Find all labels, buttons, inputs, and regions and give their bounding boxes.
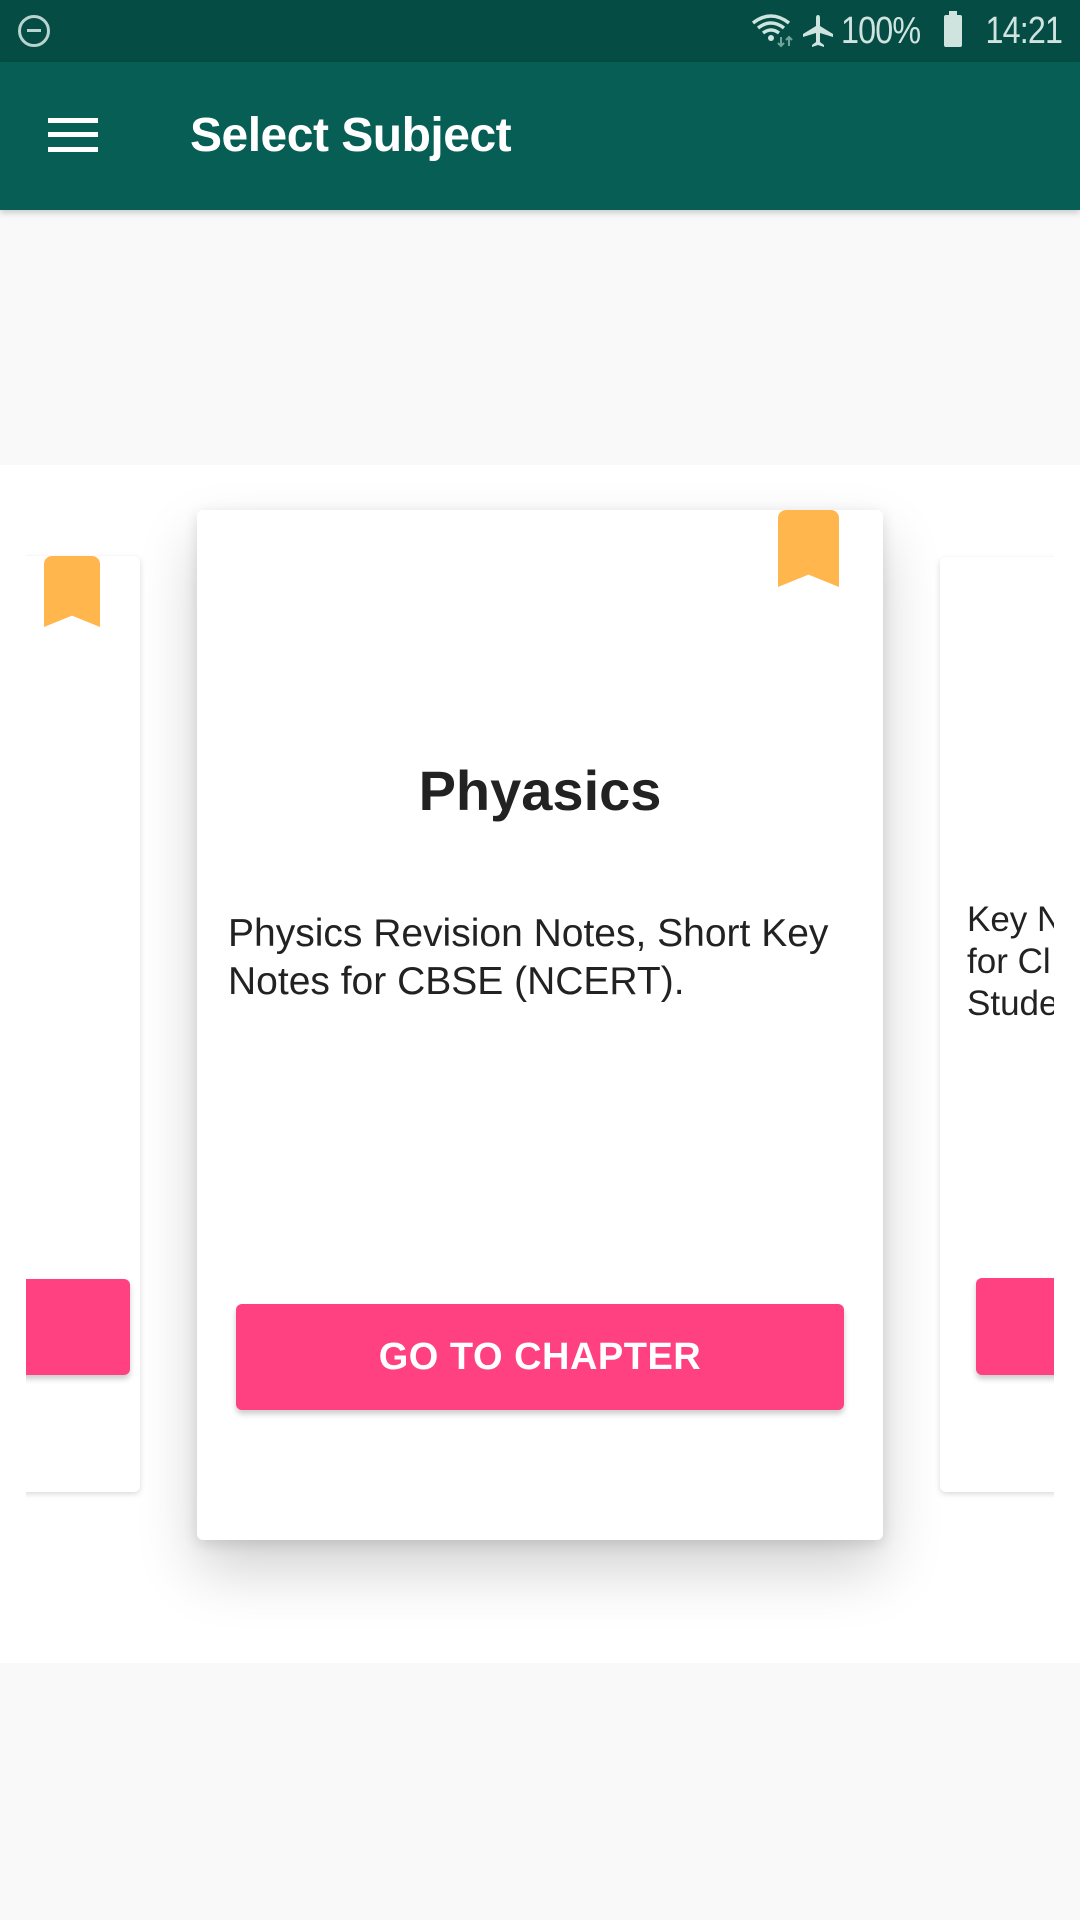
bookmark-icon[interactable] [44, 556, 100, 627]
bookmark-icon[interactable] [778, 510, 839, 587]
go-to-chapter-button[interactable]: GO TO CHAPTER [236, 1304, 844, 1410]
subject-description: Physics Revision Notes, Short Key Notes … [228, 912, 829, 1003]
wifi-icon [751, 14, 793, 48]
subject-title: Phyasics [418, 759, 662, 822]
status-indicators: 100% 14:21 [751, 0, 1063, 62]
subject-description-next: Key N for Cl Stude [967, 900, 1054, 1023]
carousel-peek-right: Key N for Cl Stude [930, 465, 1054, 1663]
do-not-disturb-icon [18, 15, 50, 47]
page-title: Select Subject [190, 109, 512, 162]
status-bar: 100% 14:21 [0, 0, 1080, 62]
subject-carousel[interactable]: Phyasics Physics Revision Notes, Short K… [0, 465, 1080, 1663]
hamburger-menu-icon[interactable] [48, 118, 98, 154]
app-bar: Select Subject [0, 62, 1080, 210]
battery-percent: 100% [840, 9, 921, 52]
carousel-peek-left [26, 465, 156, 1663]
subject-card-next[interactable]: Key N for Cl Stude [940, 557, 1054, 1492]
battery-full-icon [943, 11, 962, 47]
go-to-chapter-button-previous[interactable] [26, 1279, 130, 1375]
airplane-icon [802, 15, 833, 47]
subject-card-previous[interactable] [26, 556, 140, 1492]
clock: 14:21 [985, 9, 1062, 52]
go-to-chapter-button-next[interactable] [976, 1278, 1054, 1375]
subject-card-current[interactable]: Phyasics Physics Revision Notes, Short K… [197, 510, 883, 1540]
